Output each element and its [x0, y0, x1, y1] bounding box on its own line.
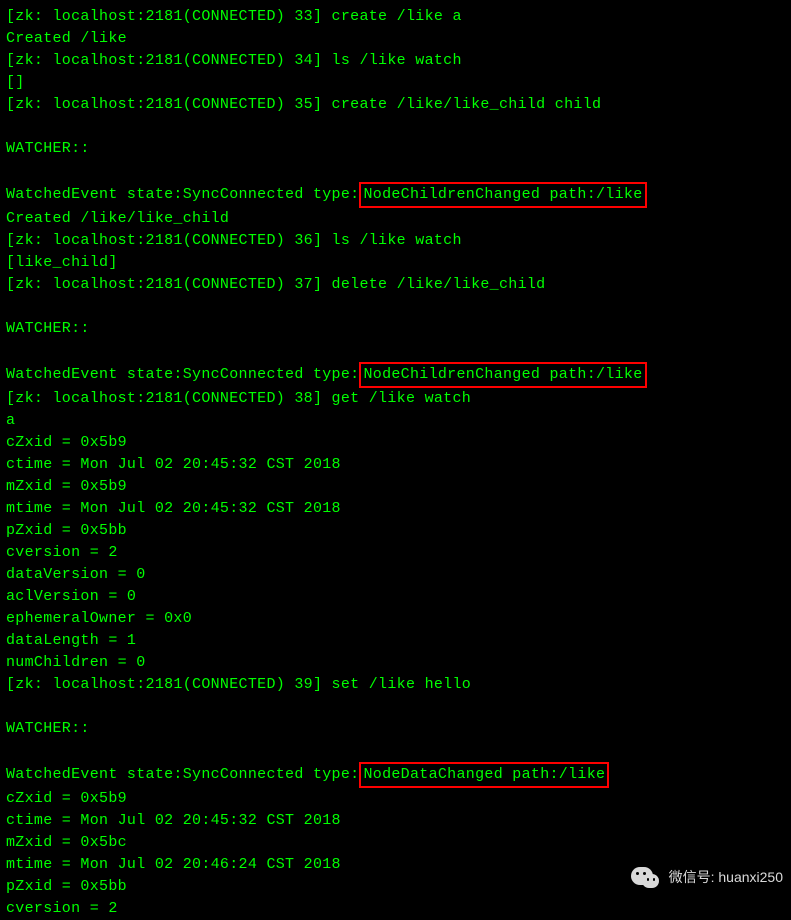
- terminal-line: mZxid = 0x5bc: [6, 832, 785, 854]
- terminal-line: [like_child]: [6, 252, 785, 274]
- terminal-line: Created /like: [6, 28, 785, 50]
- terminal-line: WATCHER::: [6, 138, 785, 160]
- terminal-line: [6, 160, 785, 182]
- terminal-line: cversion = 2: [6, 542, 785, 564]
- terminal-line: [6, 296, 785, 318]
- terminal-line: a: [6, 410, 785, 432]
- terminal-line: [zk: localhost:2181(CONNECTED) 34] ls /l…: [6, 50, 785, 72]
- terminal-line: [6, 340, 785, 362]
- highlighted-event: NodeChildrenChanged path:/like: [359, 182, 646, 208]
- watermark-text: 微信号: huanxi250: [669, 866, 783, 888]
- watermark-overlay: 微信号: huanxi250: [629, 861, 783, 893]
- terminal-line: [6, 696, 785, 718]
- terminal-line: [6, 740, 785, 762]
- terminal-line: WatchedEvent state:SyncConnected type:No…: [6, 182, 785, 208]
- terminal-line: [zk: localhost:2181(CONNECTED) 39] set /…: [6, 674, 785, 696]
- highlighted-event: NodeChildrenChanged path:/like: [359, 362, 646, 388]
- terminal-output[interactable]: [zk: localhost:2181(CONNECTED) 33] creat…: [6, 6, 785, 920]
- terminal-line: mtime = Mon Jul 02 20:45:32 CST 2018: [6, 498, 785, 520]
- terminal-line: [zk: localhost:2181(CONNECTED) 38] get /…: [6, 388, 785, 410]
- terminal-line: WatchedEvent state:SyncConnected type:No…: [6, 362, 785, 388]
- terminal-line: dataLength = 1: [6, 630, 785, 652]
- terminal-line: ctime = Mon Jul 02 20:45:32 CST 2018: [6, 810, 785, 832]
- terminal-line: cZxid = 0x5b9: [6, 432, 785, 454]
- terminal-line: Created /like/like_child: [6, 208, 785, 230]
- terminal-line: pZxid = 0x5bb: [6, 520, 785, 542]
- terminal-line: WatchedEvent state:SyncConnected type:No…: [6, 762, 785, 788]
- terminal-line: mZxid = 0x5b9: [6, 476, 785, 498]
- terminal-line: aclVersion = 0: [6, 586, 785, 608]
- wechat-icon: [629, 861, 661, 893]
- terminal-line: cversion = 2: [6, 898, 785, 920]
- terminal-line: [zk: localhost:2181(CONNECTED) 35] creat…: [6, 94, 785, 116]
- terminal-line: [6, 116, 785, 138]
- terminal-line: [zk: localhost:2181(CONNECTED) 37] delet…: [6, 274, 785, 296]
- terminal-line: ephemeralOwner = 0x0: [6, 608, 785, 630]
- terminal-line: []: [6, 72, 785, 94]
- highlighted-event: NodeDataChanged path:/like: [359, 762, 609, 788]
- terminal-line: dataVersion = 0: [6, 564, 785, 586]
- terminal-line: WATCHER::: [6, 718, 785, 740]
- terminal-line: [zk: localhost:2181(CONNECTED) 36] ls /l…: [6, 230, 785, 252]
- terminal-line: cZxid = 0x5b9: [6, 788, 785, 810]
- terminal-line: [zk: localhost:2181(CONNECTED) 33] creat…: [6, 6, 785, 28]
- terminal-line: WATCHER::: [6, 318, 785, 340]
- terminal-line: numChildren = 0: [6, 652, 785, 674]
- terminal-line: ctime = Mon Jul 02 20:45:32 CST 2018: [6, 454, 785, 476]
